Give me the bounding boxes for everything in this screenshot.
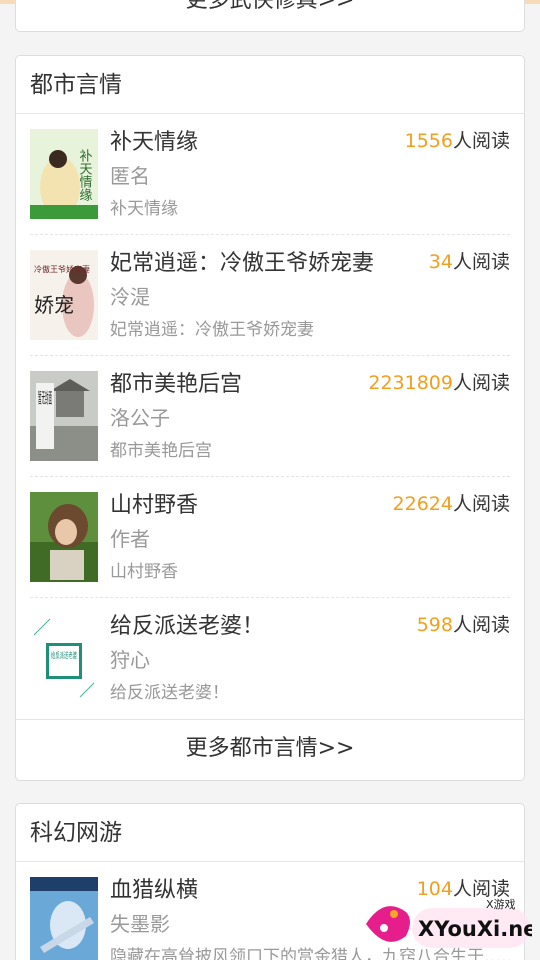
- prev-section-card: 更多武侠修真>>: [15, 0, 525, 32]
- more-wuxia-link[interactable]: 更多武侠修真>>: [16, 0, 524, 31]
- book-item[interactable]: 补天情缘 补天情缘 匿名 补天情缘 1556人阅读: [30, 114, 510, 235]
- book-item[interactable]: 山村野香 作者 山村野香 22624人阅读: [30, 477, 510, 598]
- read-count: 1556人阅读: [405, 126, 510, 153]
- read-number: 598: [416, 614, 453, 636]
- book-title[interactable]: 补天情缘: [110, 124, 198, 156]
- more-urban-romance-link[interactable]: 更多都市言情>>: [16, 719, 524, 777]
- book-author: 狩心: [110, 648, 150, 672]
- book-cover: 给反派送老婆: [30, 613, 98, 703]
- read-number: 2231809: [368, 372, 453, 394]
- read-suffix: 人阅读: [452, 130, 510, 152]
- svg-text:冷傲王爷娇宠妻: 冷傲王爷娇宠妻: [34, 264, 90, 274]
- book-author: 泠湜: [110, 285, 150, 309]
- read-count: 598人阅读: [417, 610, 510, 637]
- book-author: 作者: [110, 527, 150, 551]
- book-desc: 妃常逍遥：冷傲王爷娇宠妻: [110, 320, 314, 340]
- book-cover: 冷傲王爷娇宠妻 娇宠: [30, 250, 98, 340]
- read-suffix: 人阅读: [452, 251, 510, 273]
- svg-text:补天情缘: 补天情缘: [77, 149, 93, 201]
- svg-text:暂无封面: 暂无封面: [38, 389, 52, 407]
- book-title[interactable]: 妃常逍遥：冷傲王爷娇宠妻: [110, 245, 374, 277]
- book-item[interactable]: 暂无封面 都市美艳后宫 洛公子 都市美艳后宫 2231809人阅读: [30, 356, 510, 477]
- watermark-big: XYouXi.net: [418, 917, 532, 941]
- read-suffix: 人阅读: [452, 614, 510, 636]
- section-title: 都市言情: [16, 56, 524, 114]
- book-item[interactable]: 冷傲王爷娇宠妻 娇宠 妃常逍遥：冷傲王爷娇宠妻 泠湜 妃常逍遥：冷傲王爷娇宠妻 …: [30, 235, 510, 356]
- book-cover: 补天情缘: [30, 129, 98, 219]
- book-item[interactable]: 给反派送老婆 给反派送老婆！ 狩心 给反派送老婆！ 598人阅读: [30, 598, 510, 719]
- read-suffix: 人阅读: [452, 493, 510, 515]
- book-desc: 都市美艳后宫: [110, 441, 212, 461]
- read-number: 1556: [404, 130, 453, 152]
- book-title[interactable]: 山村野香: [110, 487, 198, 519]
- read-number: 22624: [392, 493, 453, 515]
- site-watermark: X游戏 XYouXi.net: [362, 894, 540, 954]
- book-author: 匿名: [110, 164, 150, 188]
- book-cover: 暂无封面: [30, 371, 98, 461]
- book-title[interactable]: 给反派送老婆！: [110, 608, 264, 640]
- book-author: 洛公子: [110, 406, 170, 430]
- book-title[interactable]: 血猎纵横: [110, 872, 198, 904]
- read-number: 34: [428, 251, 453, 273]
- book-desc: 补天情缘: [110, 199, 178, 219]
- svg-text:娇宠: 娇宠: [34, 293, 74, 317]
- watermark-small: X游戏: [486, 898, 516, 911]
- book-cover: [30, 492, 98, 582]
- book-desc: 山村野香: [110, 562, 178, 582]
- section-title: 科幻网游: [16, 804, 524, 862]
- book-desc: 给反派送老婆！: [110, 683, 229, 703]
- section-urban-romance: 都市言情 补天情缘 补天情缘 匿名 补天情缘 1556人阅读 冷傲王爷娇宠妻 娇…: [15, 55, 525, 781]
- book-title[interactable]: 都市美艳后宫: [110, 366, 242, 398]
- read-count: 2231809人阅读: [368, 368, 510, 395]
- book-author: 失墨影: [110, 912, 170, 936]
- read-suffix: 人阅读: [452, 372, 510, 394]
- book-cover: [30, 877, 98, 960]
- read-count: 22624人阅读: [393, 489, 510, 516]
- svg-text:给反派送老婆: 给反派送老婆: [51, 650, 77, 660]
- read-count: 34人阅读: [429, 247, 510, 274]
